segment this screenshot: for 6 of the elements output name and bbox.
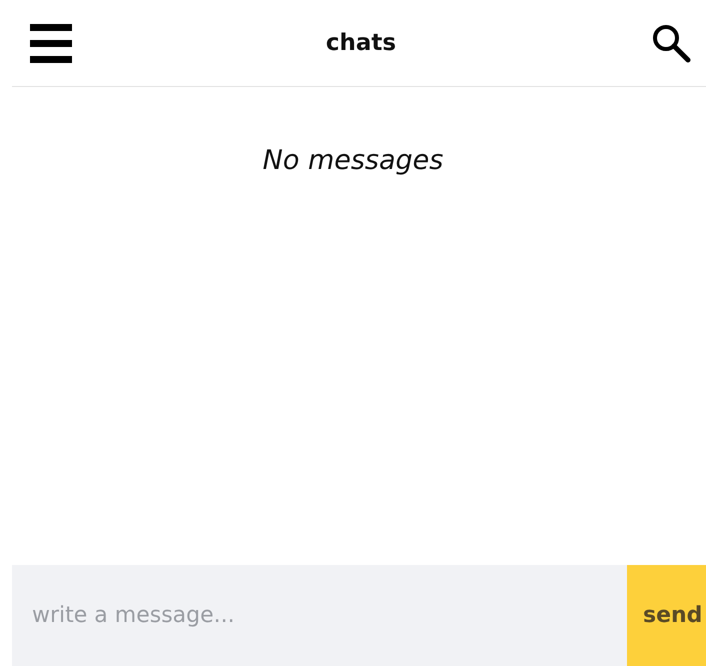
empty-state-text: No messages	[262, 145, 444, 178]
screen-title: chats	[326, 30, 396, 56]
menu-icon[interactable]	[30, 22, 72, 64]
search-icon[interactable]	[650, 22, 692, 64]
message-input-field[interactable]: write a message...	[12, 565, 627, 666]
send-button[interactable]: send	[627, 565, 706, 666]
